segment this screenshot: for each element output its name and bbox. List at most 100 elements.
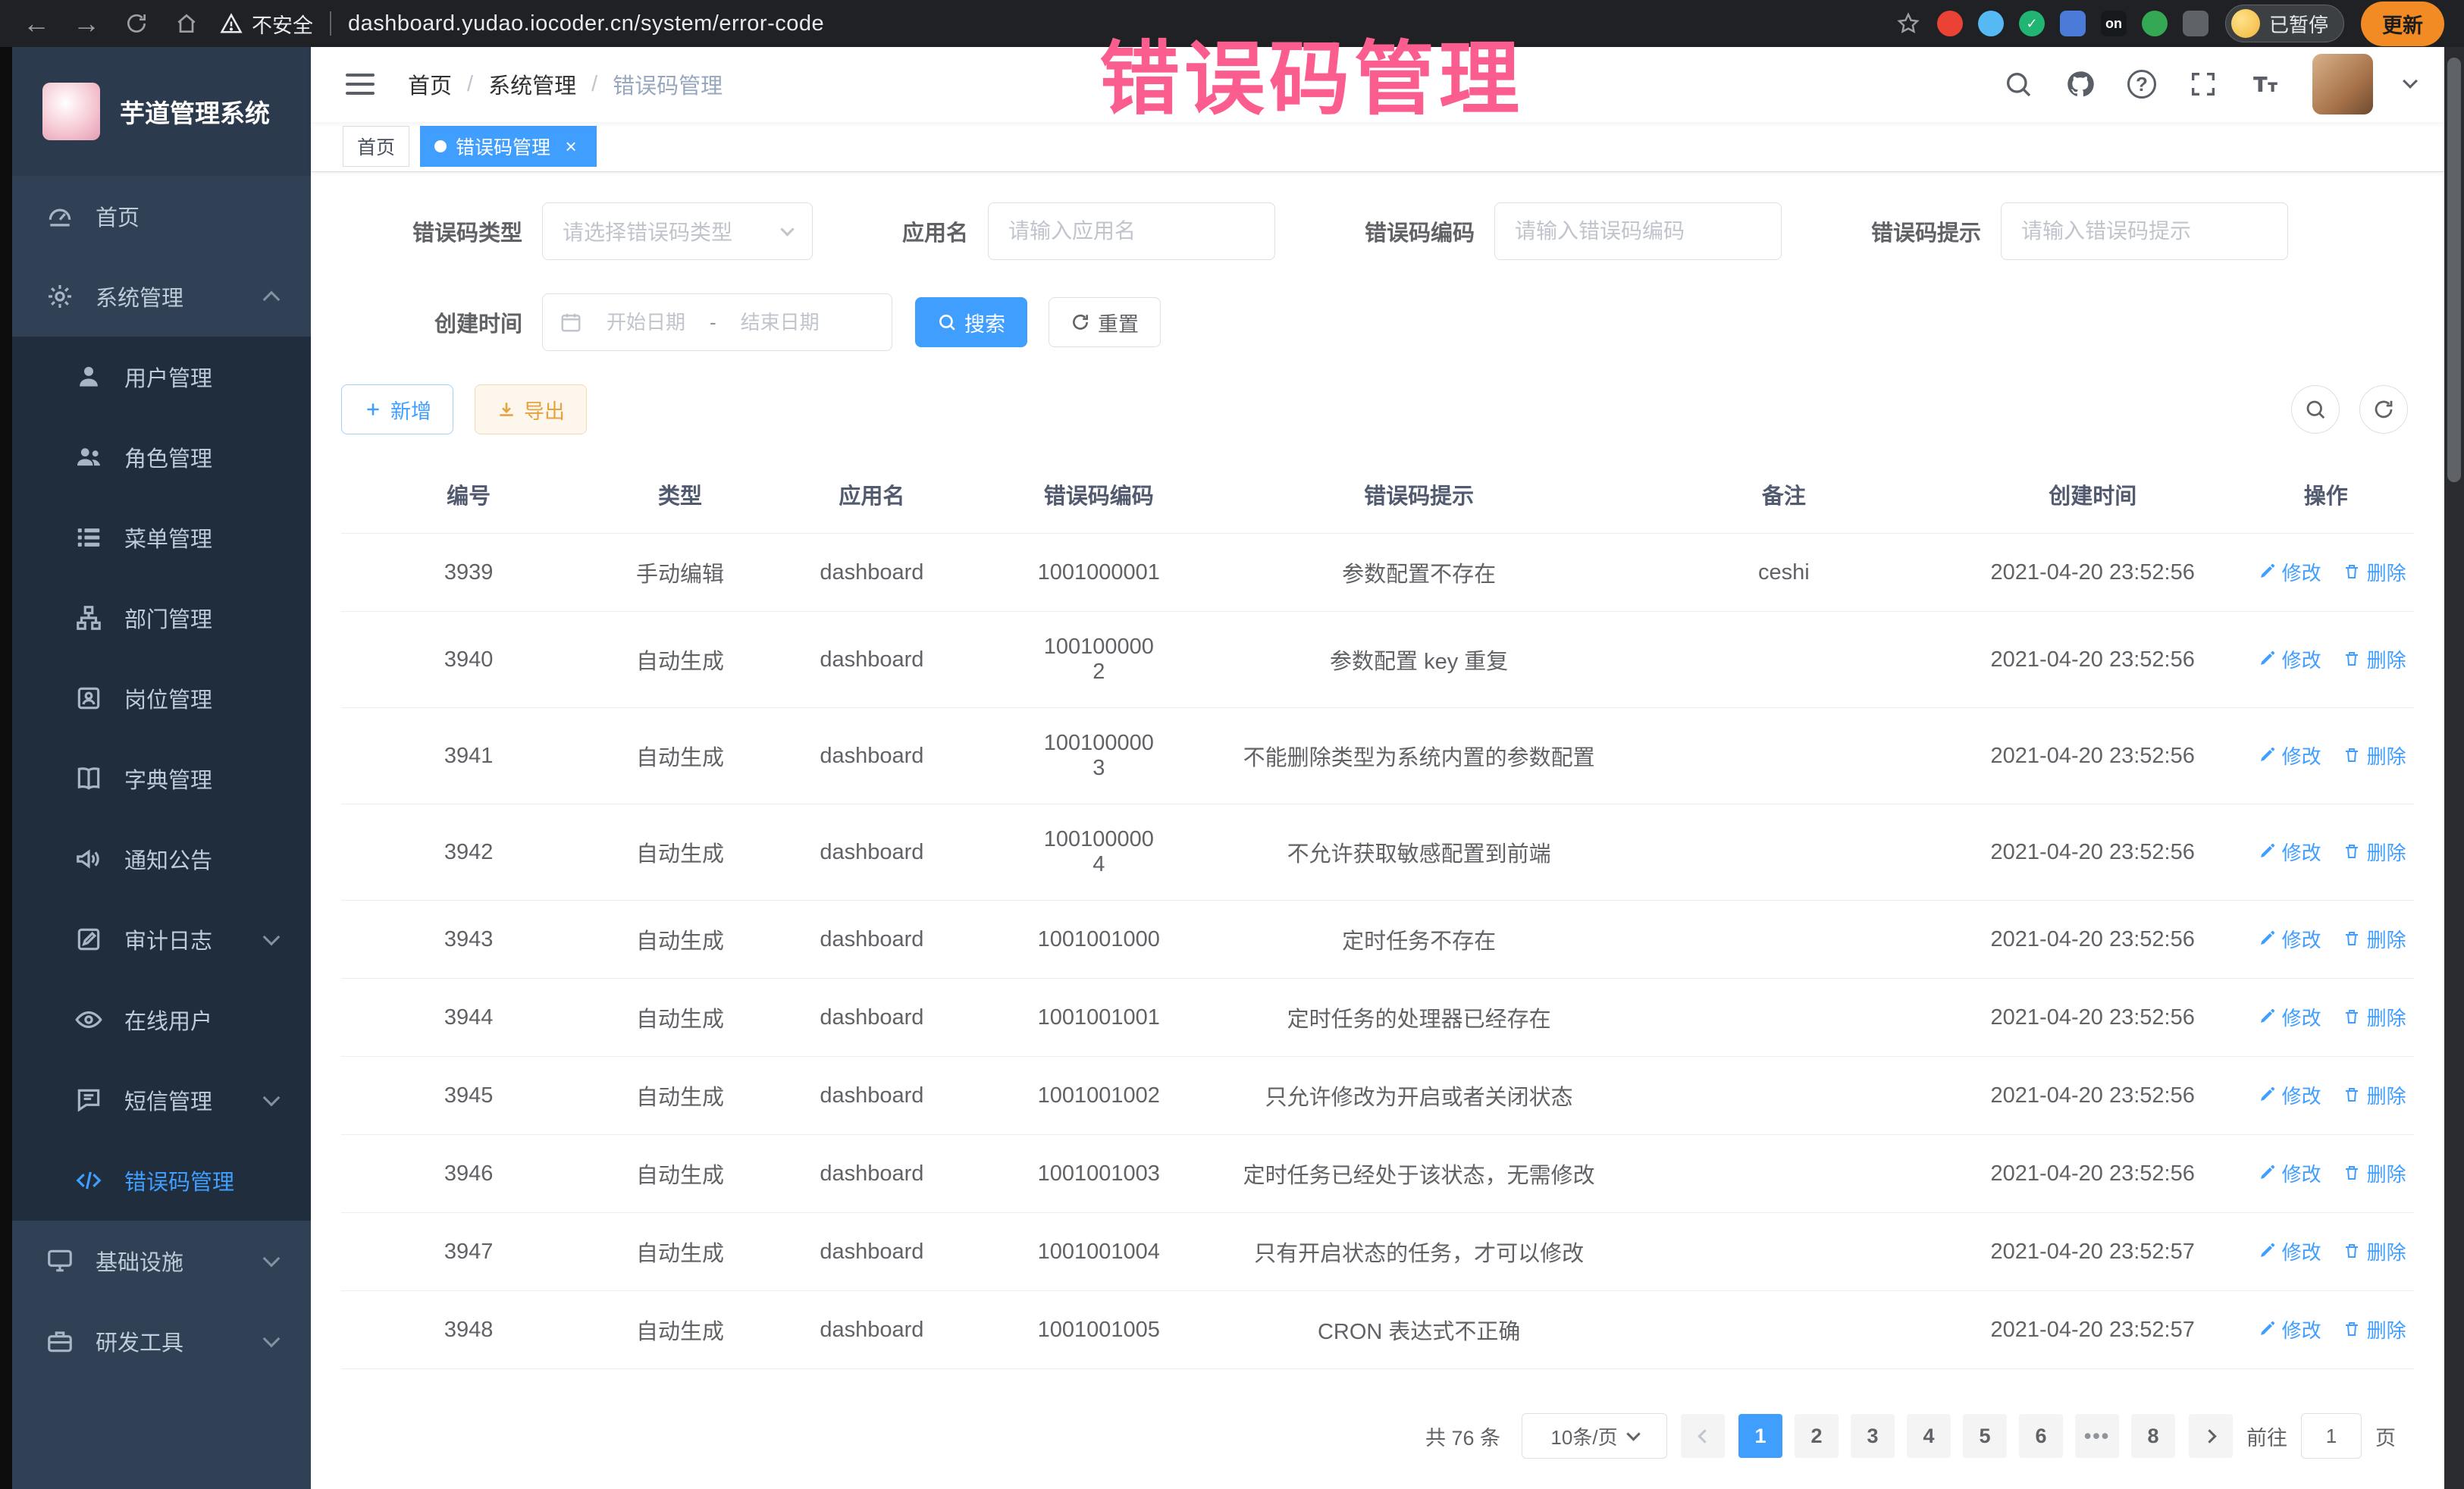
delete-button[interactable]: 删除 [2343,838,2406,866]
edit-button[interactable]: 修改 [2258,741,2321,770]
edit-button[interactable]: 修改 [2258,1081,2321,1109]
edit-button[interactable]: 修改 [2258,838,2321,866]
check-icon[interactable]: ✓ [2019,11,2045,36]
delete-button[interactable]: 删除 [2343,645,2406,673]
sidebar-item-在线用户[interactable]: 在线用户 [12,980,311,1060]
tag[interactable]: 首页 × [343,126,409,167]
browser-update-button[interactable]: 更新 [2361,2,2444,46]
page-button[interactable]: 5 [1963,1414,2007,1458]
delete-button[interactable]: 删除 [2343,925,2406,953]
page-button[interactable]: 4 [1907,1414,1951,1458]
search-button[interactable]: 搜索 [915,297,1027,347]
sidebar-item-通知公告[interactable]: 通知公告 [12,819,311,899]
forward-button[interactable]: → [70,7,103,40]
breadcrumb-item[interactable]: 错误码管理 [613,68,723,100]
sidebar-item-用户管理[interactable]: 用户管理 [12,337,311,417]
dev-tools-icon [45,1327,74,1356]
page-button[interactable]: ••• [2075,1414,2119,1458]
page-button[interactable]: 8 [2131,1414,2175,1458]
hamburger-icon[interactable] [340,67,381,101]
sidebar-item-岗位管理[interactable]: 岗位管理 [12,658,311,738]
sidebar-item-角色管理[interactable]: 角色管理 [12,417,311,497]
edit-button[interactable]: 修改 [2258,1237,2321,1265]
error-code-input[interactable] [1494,202,1782,260]
app-name-input[interactable] [988,202,1275,260]
edit-button[interactable]: 修改 [2258,1003,2321,1031]
grid-icon[interactable] [2060,11,2086,36]
delete-button[interactable]: 删除 [2343,1315,2406,1343]
delete-button[interactable]: 删除 [2343,1159,2406,1187]
edit-button[interactable]: 修改 [2258,925,2321,953]
export-button[interactable]: 导出 [475,384,587,434]
font-size-icon[interactable] [2250,69,2281,99]
record-icon[interactable] [1937,11,1963,36]
tag[interactable]: 错误码管理 × [420,126,597,167]
breadcrumb-item[interactable]: 系统管理 [488,68,576,100]
cell-remark [1620,901,1948,979]
edit-button[interactable]: 修改 [2258,1159,2321,1187]
cell-operations: 修改 删除 [2238,534,2414,612]
sidebar-item-字典管理[interactable]: 字典管理 [12,738,311,819]
help-icon[interactable]: ? [2127,70,2156,99]
error-type-select[interactable]: 请选择错误码类型 [542,202,813,260]
sidebar-item-研发工具[interactable]: 研发工具 [12,1301,311,1381]
error-hint-input[interactable] [2001,202,2288,260]
edit-button[interactable]: 修改 [2258,1315,2321,1343]
search-icon[interactable] [2003,69,2033,99]
page-size-select[interactable]: 10条/页 [1522,1413,1667,1459]
sidebar-item-系统管理[interactable]: 系统管理 [12,256,311,337]
page-button[interactable]: 2 [1795,1414,1839,1458]
puzzle-icon[interactable] [2183,11,2209,36]
sidebar-logo[interactable]: 芋道管理系统 [12,47,311,176]
avatar[interactable] [2312,54,2373,114]
browser-scrollbar[interactable] [2444,47,2464,1489]
refresh-table-button[interactable] [2359,385,2408,434]
edit-button[interactable]: 修改 [2258,645,2321,673]
page-button[interactable]: 6 [2019,1414,2063,1458]
delete-button[interactable]: 删除 [2343,1237,2406,1265]
sidebar-item-短信管理[interactable]: 短信管理 [12,1060,311,1140]
close-icon[interactable]: × [560,135,582,158]
edit-button[interactable]: 修改 [2258,558,2321,586]
sidebar-item-首页[interactable]: 首页 [12,176,311,256]
start-date-input[interactable] [593,311,699,334]
github-icon[interactable] [2065,69,2096,99]
pin-icon[interactable] [1978,11,2004,36]
delete-button[interactable]: 删除 [2343,1081,2406,1109]
delete-button[interactable]: 删除 [2343,1003,2406,1031]
back-button[interactable]: ← [20,7,53,40]
reset-button[interactable]: 重置 [1049,297,1161,347]
sidebar-item-部门管理[interactable]: 部门管理 [12,578,311,658]
chevron-down-icon[interactable] [2403,74,2418,89]
goto-page-input[interactable] [2301,1413,2362,1459]
toggle-search-button[interactable] [2291,385,2340,434]
sidebar-item-审计日志[interactable]: 审计日志 [12,899,311,980]
prev-page-button[interactable] [1681,1414,1725,1458]
page-button[interactable]: 3 [1851,1414,1895,1458]
on-badge-icon[interactable]: on [2101,11,2127,36]
date-range-picker[interactable]: - [542,293,892,351]
next-page-button[interactable] [2189,1414,2233,1458]
address-bar[interactable]: dashboard.yudao.iocoder.cn/system/error-… [348,11,824,36]
sidebar-item-菜单管理[interactable]: 菜单管理 [12,497,311,578]
end-date-input[interactable] [727,311,833,334]
sidebar-item-错误码管理[interactable]: 错误码管理 [12,1140,311,1221]
profile-paused-chip[interactable]: 已暂停 [2225,5,2344,42]
scrollbar-thumb[interactable] [2447,58,2461,482]
breadcrumb-item[interactable]: 首页 [408,68,452,100]
cell-remark [1620,612,1948,708]
delete-button[interactable]: 删除 [2343,558,2406,586]
security-indicator[interactable]: 不安全 [220,9,313,39]
reload-button[interactable] [120,7,153,40]
page-button[interactable]: 1 [1738,1414,1782,1458]
trash-icon [2343,842,2361,860]
leaf-icon[interactable] [2142,11,2168,36]
fullscreen-icon[interactable] [2188,69,2218,99]
sidebar-item-label: 通知公告 [124,843,212,875]
home-button[interactable] [170,7,203,40]
delete-button[interactable]: 删除 [2343,741,2406,770]
sidebar-item-基础设施[interactable]: 基础设施 [12,1221,311,1301]
cell-code: 1001001002 [980,1057,1218,1135]
add-button[interactable]: 新增 [341,384,453,434]
bookmark-star-icon[interactable] [1896,11,1920,36]
